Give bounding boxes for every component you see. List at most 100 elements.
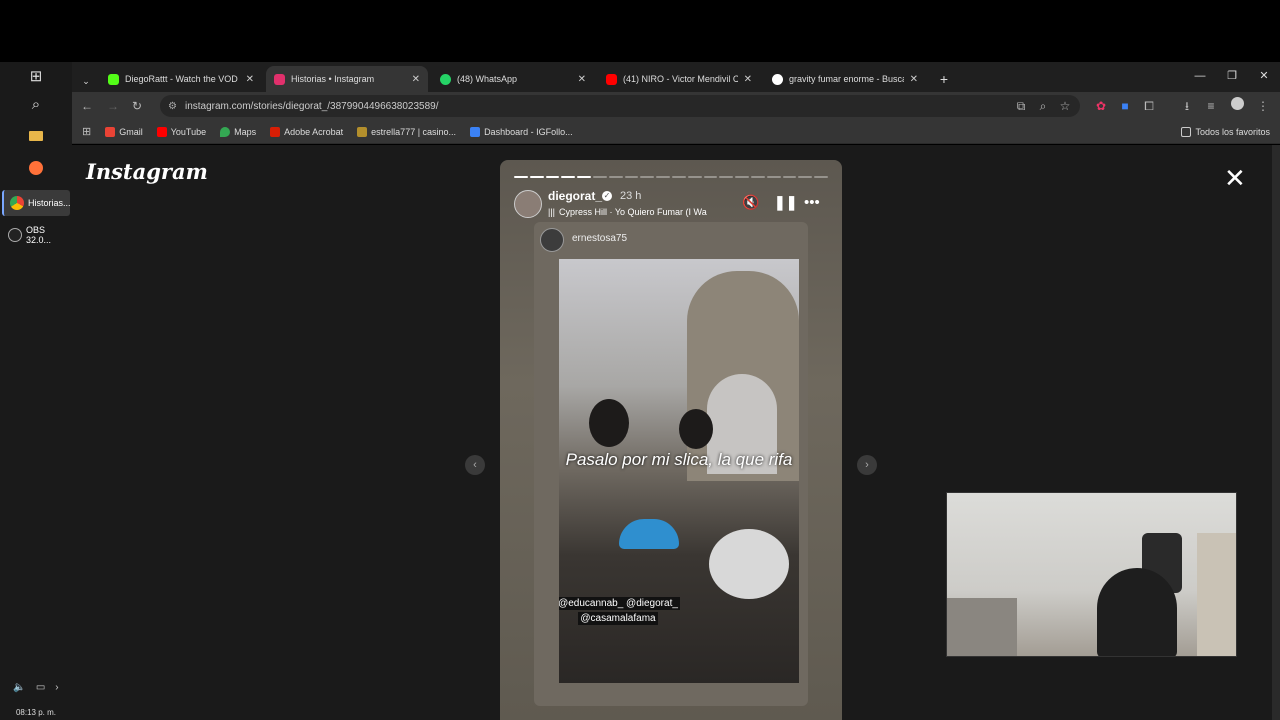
crowd-person bbox=[589, 399, 629, 447]
bookmark-gmail[interactable]: Gmail bbox=[105, 126, 143, 137]
instagram-logo[interactable]: Instagram bbox=[86, 159, 208, 184]
story-progress-bar bbox=[514, 176, 828, 178]
taskbar-app-obs[interactable]: OBS 32.0... bbox=[2, 222, 70, 248]
profile-icon[interactable] bbox=[1228, 97, 1246, 115]
reposted-post[interactable]: ernestosa75 Pasalo por mi slica, la que … bbox=[534, 222, 808, 706]
youtube-icon bbox=[156, 126, 167, 137]
extension-icon[interactable]: ✿ bbox=[1092, 97, 1110, 115]
next-story-button[interactable]: › bbox=[857, 455, 877, 475]
bookmarks-bar: ⊞ Gmail YouTube Maps Adobe Acrobat estre… bbox=[72, 120, 1280, 144]
tab-instagram[interactable]: Historias • Instagram ✕ bbox=[266, 66, 428, 92]
close-icon[interactable]: ✕ bbox=[246, 74, 254, 85]
tab-search-button[interactable]: ⌄ bbox=[76, 68, 96, 94]
close-icon[interactable]: ✕ bbox=[412, 74, 420, 85]
tab-youtube[interactable]: (41) NIRO - Victor Mendivil CO ✕ bbox=[598, 66, 760, 92]
google-icon bbox=[772, 73, 783, 85]
bookmark-youtube[interactable]: YouTube bbox=[156, 126, 206, 137]
file-explorer-icon[interactable] bbox=[0, 122, 72, 150]
story-video[interactable]: Pasalo por mi slica, la que rifa @educan… bbox=[559, 259, 799, 683]
download-icon[interactable]: ⭳ bbox=[1178, 97, 1196, 115]
avatar[interactable] bbox=[514, 190, 542, 218]
progress-segment bbox=[782, 176, 797, 178]
media-control-icon[interactable]: ≡ bbox=[1202, 97, 1220, 115]
firefox-icon[interactable] bbox=[0, 154, 72, 182]
progress-segment bbox=[545, 176, 560, 178]
volume-icon[interactable]: 🔈 bbox=[13, 682, 25, 693]
repost-username[interactable]: ernestosa75 bbox=[572, 233, 627, 244]
new-tab-button[interactable]: + bbox=[932, 66, 956, 92]
scrollbar[interactable] bbox=[1272, 145, 1280, 720]
taskbar-app-label: OBS 32.0... bbox=[26, 225, 52, 245]
instagram-icon bbox=[274, 73, 285, 85]
bookmark-estrella777[interactable]: estrella777 | casino... bbox=[357, 126, 456, 137]
whatsapp-icon bbox=[440, 73, 451, 85]
close-icon[interactable]: ✕ bbox=[1224, 165, 1246, 191]
chevron-right-icon[interactable]: › bbox=[55, 682, 58, 693]
progress-segment bbox=[750, 176, 765, 178]
progress-segment bbox=[561, 176, 576, 178]
clock: 08:13 p. m. bbox=[15, 708, 57, 717]
site-info-icon[interactable]: ⚙ bbox=[168, 101, 177, 112]
progress-segment bbox=[608, 176, 623, 178]
progress-segment bbox=[687, 176, 702, 178]
back-icon[interactable]: ← bbox=[78, 97, 96, 115]
progress-segment bbox=[592, 176, 607, 178]
previous-story-button[interactable]: ‹ bbox=[465, 455, 485, 475]
bookmark-dashboard[interactable]: Dashboard - IGFollo... bbox=[470, 126, 573, 137]
url-input[interactable]: ⚙ instagram.com/stories/diegorat_/387990… bbox=[160, 95, 1080, 117]
more-options-icon[interactable]: ••• bbox=[804, 194, 820, 211]
crowd-person bbox=[679, 409, 713, 449]
all-bookmarks-folder[interactable]: Todos los favoritos bbox=[1181, 126, 1270, 137]
gmail-icon bbox=[105, 126, 116, 137]
story-username[interactable]: diegorat_ bbox=[548, 189, 602, 203]
apps-grid-icon[interactable]: ⊞ bbox=[82, 125, 91, 138]
story-timestamp: 23 h bbox=[620, 190, 642, 202]
bookmark-star-icon[interactable]: ☆ bbox=[1056, 97, 1074, 115]
chrome-icon bbox=[10, 196, 24, 210]
extension-icon-2[interactable]: ■ bbox=[1116, 97, 1134, 115]
story-caption: Pasalo por mi slica, la que rifa bbox=[565, 450, 793, 469]
search-icon[interactable]: ⌕ bbox=[0, 90, 72, 118]
zoom-icon[interactable]: ⌕ bbox=[1034, 97, 1052, 115]
bookmark-adobe-acrobat[interactable]: Adobe Acrobat bbox=[270, 126, 343, 137]
verified-badge-icon: ✓ bbox=[602, 191, 612, 201]
forward-icon[interactable]: → bbox=[104, 97, 122, 115]
tab-google[interactable]: gravity fumar enorme - Buscar ✕ bbox=[764, 66, 926, 92]
equalizer-icon: ||| bbox=[548, 207, 556, 217]
story-card[interactable]: diegorat_ ✓ 23 h ||| Cypress Hill · Yo Qu… bbox=[500, 160, 842, 720]
blue-hat bbox=[619, 519, 679, 549]
close-icon[interactable]: ✕ bbox=[910, 74, 918, 85]
progress-segment bbox=[640, 176, 655, 178]
reload-icon[interactable]: ↻ bbox=[128, 97, 146, 115]
windows-icon[interactable]: ⊞ bbox=[0, 62, 72, 90]
display-icon[interactable]: ▭ bbox=[36, 682, 45, 693]
progress-segment bbox=[529, 176, 544, 178]
taskbar-app-chrome[interactable]: Historias... bbox=[2, 190, 71, 216]
streamer bbox=[1097, 568, 1177, 656]
pause-icon[interactable]: ❚❚ bbox=[774, 194, 797, 211]
mute-icon[interactable]: 🔇 bbox=[742, 194, 759, 211]
avatar[interactable] bbox=[540, 228, 564, 252]
mention-stickers[interactable]: @educannab_ @diegorat_ @casamalafama bbox=[559, 596, 683, 626]
close-window-button[interactable]: ✕ bbox=[1248, 62, 1280, 90]
close-icon[interactable]: ✕ bbox=[578, 74, 586, 85]
story-music[interactable]: ||| Cypress Hill · Yo Quiero Fumar (I Wa bbox=[548, 207, 734, 217]
progress-segment bbox=[671, 176, 686, 178]
minimize-button[interactable]: — bbox=[1184, 62, 1216, 90]
progress-segment bbox=[814, 176, 828, 178]
install-app-icon[interactable]: ⧉ bbox=[1012, 97, 1030, 115]
close-icon[interactable]: ✕ bbox=[744, 74, 752, 85]
youtube-icon bbox=[606, 73, 617, 85]
desk bbox=[947, 598, 1017, 656]
progress-segment bbox=[735, 176, 749, 178]
tab-diegorattt[interactable]: DiegoRattt - Watch the VOD o ✕ bbox=[100, 66, 262, 92]
folder-icon bbox=[1181, 126, 1192, 137]
menu-icon[interactable]: ⋮ bbox=[1254, 97, 1272, 115]
restore-button[interactable]: ❐ bbox=[1216, 62, 1248, 90]
webcam-overlay bbox=[946, 492, 1237, 657]
acrobat-icon bbox=[270, 126, 281, 137]
bookmark-maps[interactable]: Maps bbox=[220, 126, 256, 137]
tab-whatsapp[interactable]: (48) WhatsApp ✕ bbox=[432, 66, 594, 92]
taskbar: ⊞ ⌕ Historias... OBS 32.0... bbox=[0, 62, 72, 720]
extensions-puzzle-icon[interactable]: ⧠ bbox=[1140, 97, 1158, 115]
